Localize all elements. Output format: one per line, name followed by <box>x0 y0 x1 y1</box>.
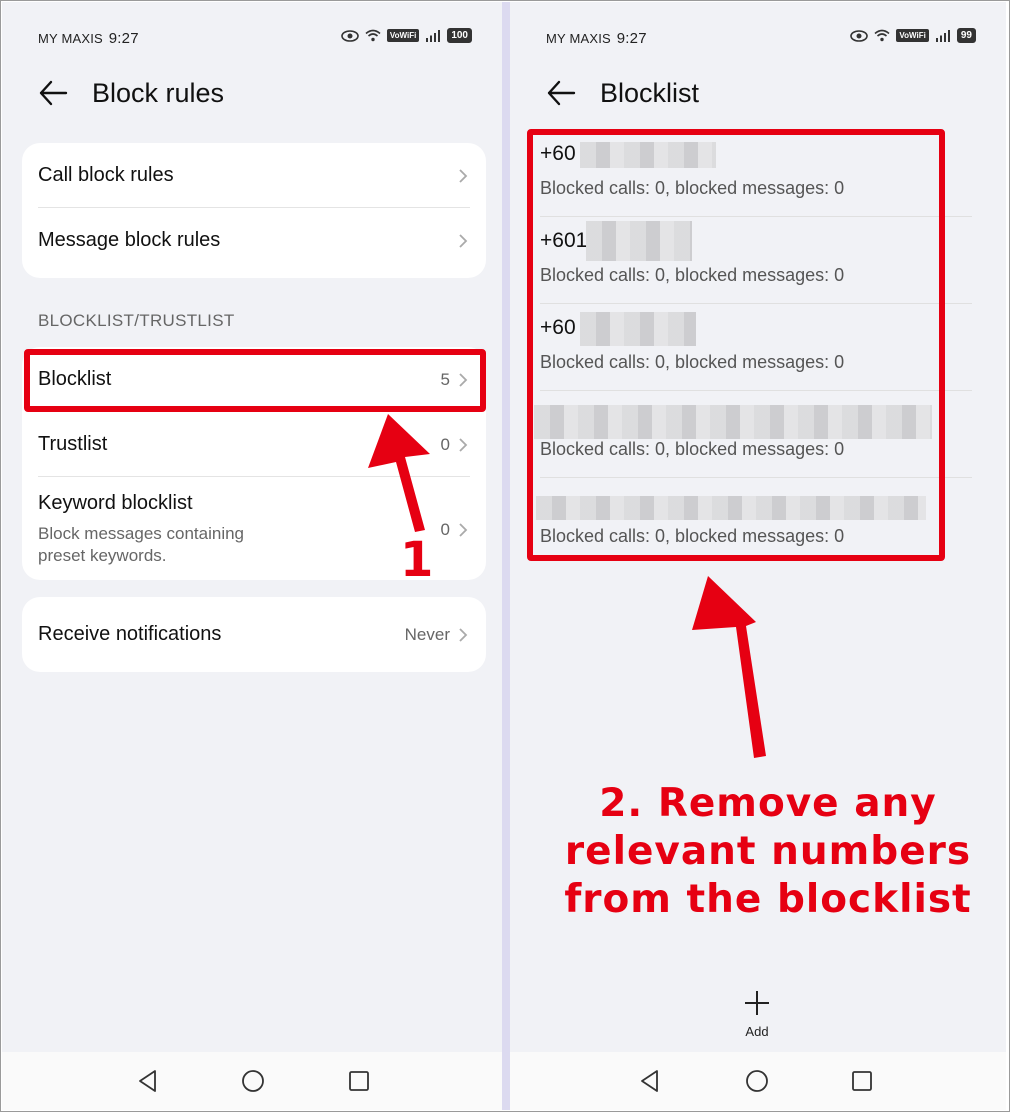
nav-back-icon[interactable] <box>135 1068 161 1094</box>
navigation-bar <box>510 1052 1006 1110</box>
annotation-arrow-2 <box>692 576 766 758</box>
nav-home-icon[interactable] <box>744 1068 770 1094</box>
add-label: Add <box>745 1024 769 1039</box>
nav-home-icon[interactable] <box>240 1068 266 1094</box>
block-rules-screen: MY MAXIS 9:27 VoWiFi 100 Block rules Cal… <box>2 2 502 1110</box>
step-2-instruction: 2. Remove any relevant numbers from the … <box>530 780 1006 924</box>
plus-icon <box>745 991 769 1015</box>
instruction-line-2: relevant numbers <box>564 829 972 874</box>
step-1-label: 1 <box>400 532 434 588</box>
blocklist-screen: MY MAXIS 9:27 VoWiFi 99 Blocklist +60 Bl… <box>510 2 1006 1110</box>
instruction-line-3: from the blocklist <box>564 877 972 922</box>
navigation-bar <box>2 1052 502 1110</box>
nav-back-icon[interactable] <box>637 1068 663 1094</box>
add-button[interactable]: Add <box>735 988 779 1039</box>
nav-recents-icon[interactable] <box>346 1068 372 1094</box>
instruction-line-1: 2. Remove any <box>599 781 937 826</box>
nav-recents-icon[interactable] <box>849 1068 875 1094</box>
screen-divider <box>502 2 510 1110</box>
